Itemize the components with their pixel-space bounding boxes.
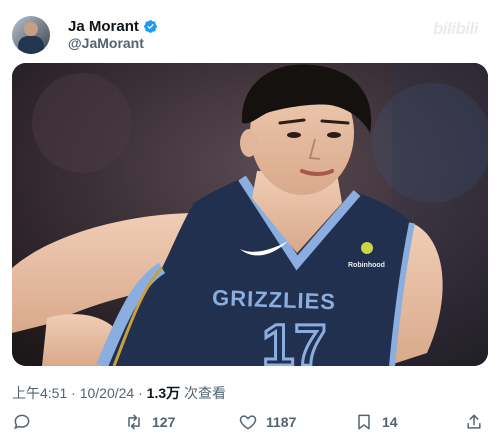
bilibili-watermark: bilibili xyxy=(432,19,479,38)
tweet-photo[interactable]: Robinhood GRIZZLIES 17 xyxy=(12,63,488,366)
bookmark-icon xyxy=(358,414,370,430)
bookmark-button[interactable]: 14 xyxy=(354,412,398,432)
jersey-team-text: GRIZZLIES xyxy=(212,285,337,314)
views-label: 次查看 xyxy=(184,385,227,401)
tweet-date[interactable]: 10/20/24 xyxy=(80,385,135,401)
avatar-head xyxy=(24,22,38,36)
avatar[interactable] xyxy=(12,16,50,54)
share-icon xyxy=(467,414,481,429)
author-name-row[interactable]: Ja Morant xyxy=(68,18,158,35)
author-handle[interactable]: @JaMorant xyxy=(68,35,144,51)
author-display-name[interactable]: Ja Morant xyxy=(68,18,139,35)
player-photo-illustration: Robinhood GRIZZLIES 17 xyxy=(12,63,488,366)
reply-button[interactable] xyxy=(12,412,32,432)
like-button[interactable]: 1187 xyxy=(238,412,296,432)
tweet-meta: 上午4:51 · 10/20/24 · 1.3万 次查看 xyxy=(12,383,226,403)
like-count: 1187 xyxy=(266,414,297,430)
meta-separator: · xyxy=(134,385,147,401)
views-count: 1.3万 xyxy=(146,385,181,401)
avatar-shirt xyxy=(18,36,44,54)
meta-separator: · xyxy=(67,385,80,401)
share-button[interactable] xyxy=(464,412,484,432)
tweet-actions-bar: 127 1187 14 xyxy=(12,412,488,436)
retweet-icon xyxy=(128,414,140,430)
tweet-header: Ja Morant @JaMorant bilibili xyxy=(10,14,490,54)
jersey-number-text: 17 xyxy=(262,313,327,366)
bookmark-count: 14 xyxy=(382,414,398,430)
reply-icon xyxy=(14,414,30,430)
tweet-time[interactable]: 上午4:51 xyxy=(12,385,67,401)
retweet-count: 127 xyxy=(152,414,176,430)
heart-icon xyxy=(239,415,257,430)
retweet-button[interactable]: 127 xyxy=(124,412,175,432)
verified-badge-icon xyxy=(143,20,157,33)
jersey-sponsor-text: Robinhood xyxy=(348,262,385,269)
